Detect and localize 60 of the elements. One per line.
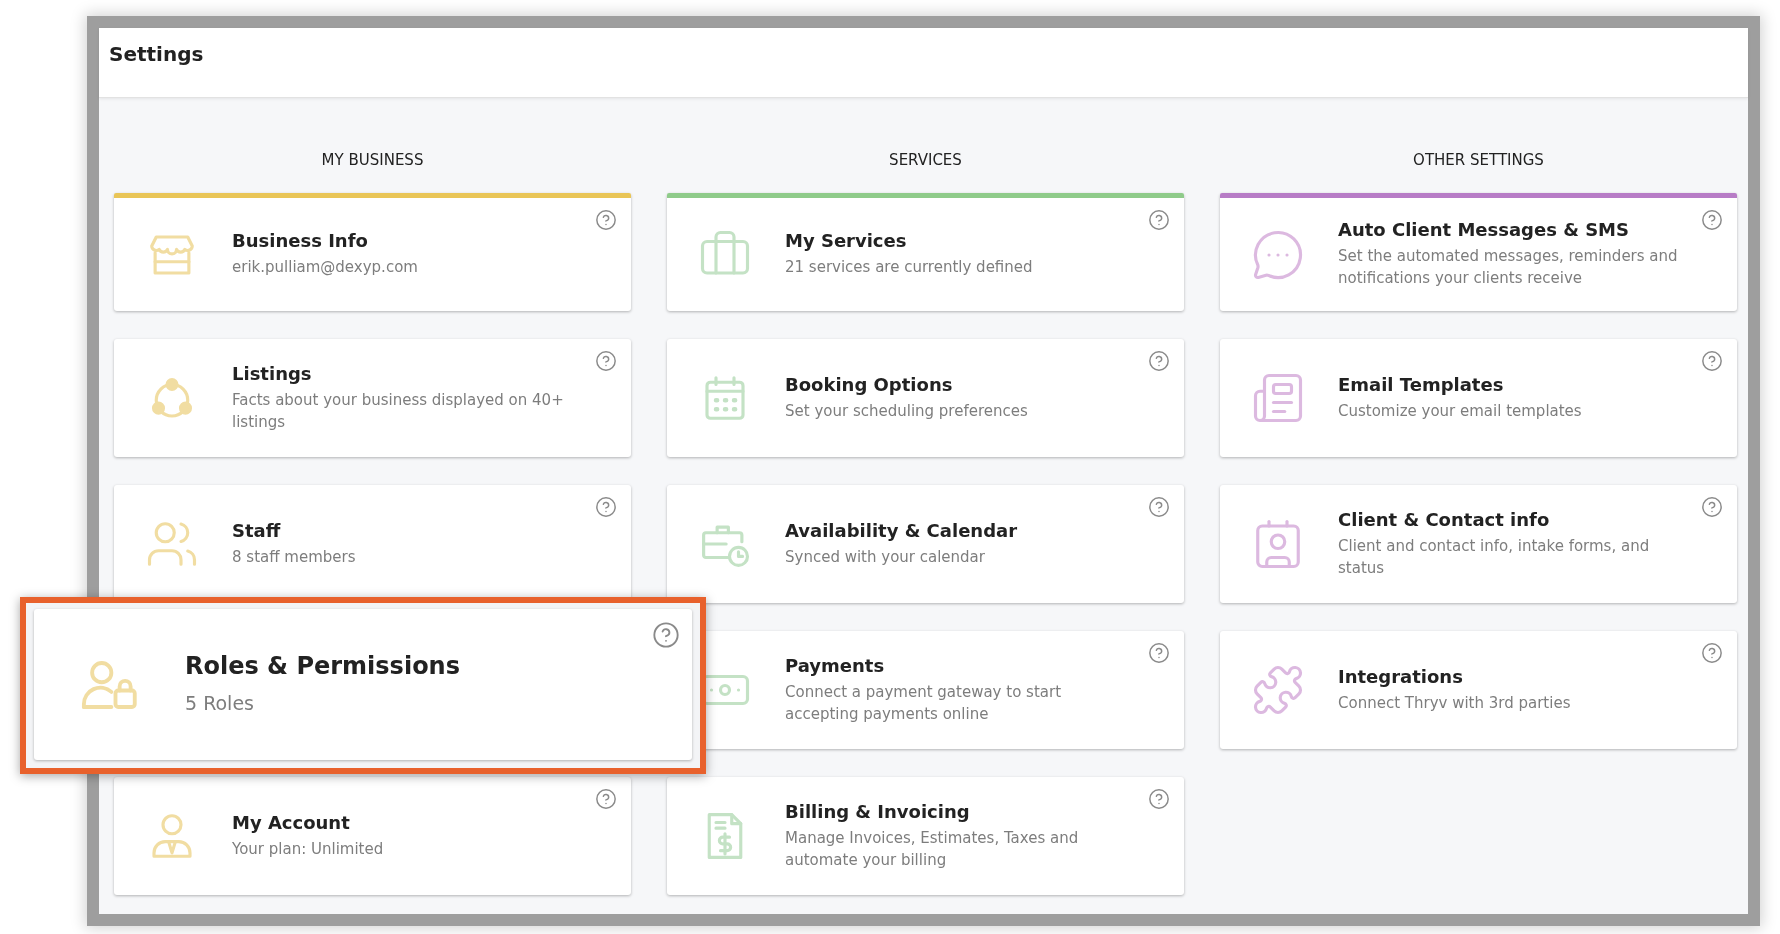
card-description: 8 staff members: [232, 546, 356, 568]
card-title: Availability & Calendar: [785, 519, 1018, 541]
card-title: Business Info: [232, 230, 368, 252]
card-title: Billing & Invoicing: [785, 800, 970, 822]
settings-card[interactable]: Auto Client Messages & SMS Set the automated messages, reminders and notifications your clients receive: [1220, 193, 1737, 311]
column-heading: SERVICES: [888, 150, 963, 170]
card-title: Staff: [232, 519, 281, 541]
card-description: Connect Thryv with 3rd parties: [1338, 692, 1571, 714]
card-description: Connect a payment gateway to start accepting payments online: [785, 681, 1063, 725]
settings-card[interactable]: Listings Facts about your business displayed on 40+ listings: [114, 339, 631, 457]
settings-card[interactable]: Business Info erik.pulliam@dexyp.com: [114, 193, 631, 311]
settings-card[interactable]: Roles & Permissions 5 Roles: [34, 609, 692, 760]
card-description: 21 services are currently defined: [785, 257, 1033, 279]
card-title: My Services: [785, 230, 907, 252]
settings-card[interactable]: My Account Your plan: Unlimited: [114, 777, 631, 895]
card-title: Booking Options: [785, 373, 953, 395]
card-description: Set the automated messages, reminders and notifications your clients receive: [1338, 246, 1679, 289]
help-icon[interactable]: [1701, 642, 1723, 664]
help-icon[interactable]: [1148, 496, 1170, 518]
settings-card[interactable]: Integrations Connect Thryv with 3rd parties: [1220, 631, 1737, 749]
card-description: Customize your email templates: [1338, 400, 1582, 422]
settings-card[interactable]: Email Templates Customize your email templates: [1220, 339, 1737, 457]
card-title: Integrations: [1338, 665, 1463, 687]
newspaper-icon: [1251, 371, 1305, 425]
help-icon[interactable]: [1701, 496, 1723, 518]
settings-card[interactable]: Billing & Invoicing Manage Invoices, Estimates, Taxes and automate your billing: [667, 777, 1184, 895]
card-description: erik.pulliam@dexyp.com: [232, 257, 418, 279]
help-icon[interactable]: [652, 621, 680, 649]
help-icon[interactable]: [1148, 642, 1170, 664]
card-title: Client & Contact info: [1338, 508, 1550, 530]
settings-card[interactable]: My Services 21 services are currently defined: [667, 193, 1184, 311]
help-icon[interactable]: [595, 496, 617, 518]
card-title: Auto Client Messages & SMS: [1338, 219, 1629, 241]
settings-card[interactable]: Booking Options Set your scheduling preferences: [667, 339, 1184, 457]
card-title: Payments: [785, 654, 885, 676]
card-title: Listings: [232, 362, 312, 384]
card-title: Roles & Permissions: [185, 651, 460, 680]
card-description: Synced with your calendar: [785, 546, 985, 568]
help-icon[interactable]: [1701, 350, 1723, 372]
card-description: Manage Invoices, Estimates, Taxes and automate your billing: [785, 827, 1080, 871]
help-icon[interactable]: [1148, 788, 1170, 810]
puzzle-icon: [1251, 663, 1305, 717]
card-description: Set your scheduling preferences: [785, 400, 1028, 422]
card-description: 5 Roles: [185, 690, 254, 716]
help-icon[interactable]: [1701, 209, 1723, 231]
card-title: My Account: [232, 811, 350, 833]
column-heading: MY BUSINESS: [320, 150, 425, 170]
settings-card[interactable]: Client & Contact info Client and contact info, intake forms, and status: [1220, 485, 1737, 603]
card-description: Facts about your business displayed on 40+ listings: [232, 389, 565, 433]
card-description: Client and contact info, intake forms, and status: [1338, 535, 1651, 579]
help-icon[interactable]: [1148, 209, 1170, 231]
card-title: Email Templates: [1338, 373, 1504, 395]
card-description: Your plan: Unlimited: [232, 838, 384, 860]
help-icon[interactable]: [595, 788, 617, 810]
column-heading: OTHER SETTINGS: [1412, 150, 1545, 170]
settings-card[interactable]: Availability & Calendar Synced with your calendar: [667, 485, 1184, 603]
help-icon[interactable]: [595, 209, 617, 231]
page-title: Settings: [109, 42, 205, 66]
help-icon[interactable]: [1148, 350, 1170, 372]
help-icon[interactable]: [595, 350, 617, 372]
